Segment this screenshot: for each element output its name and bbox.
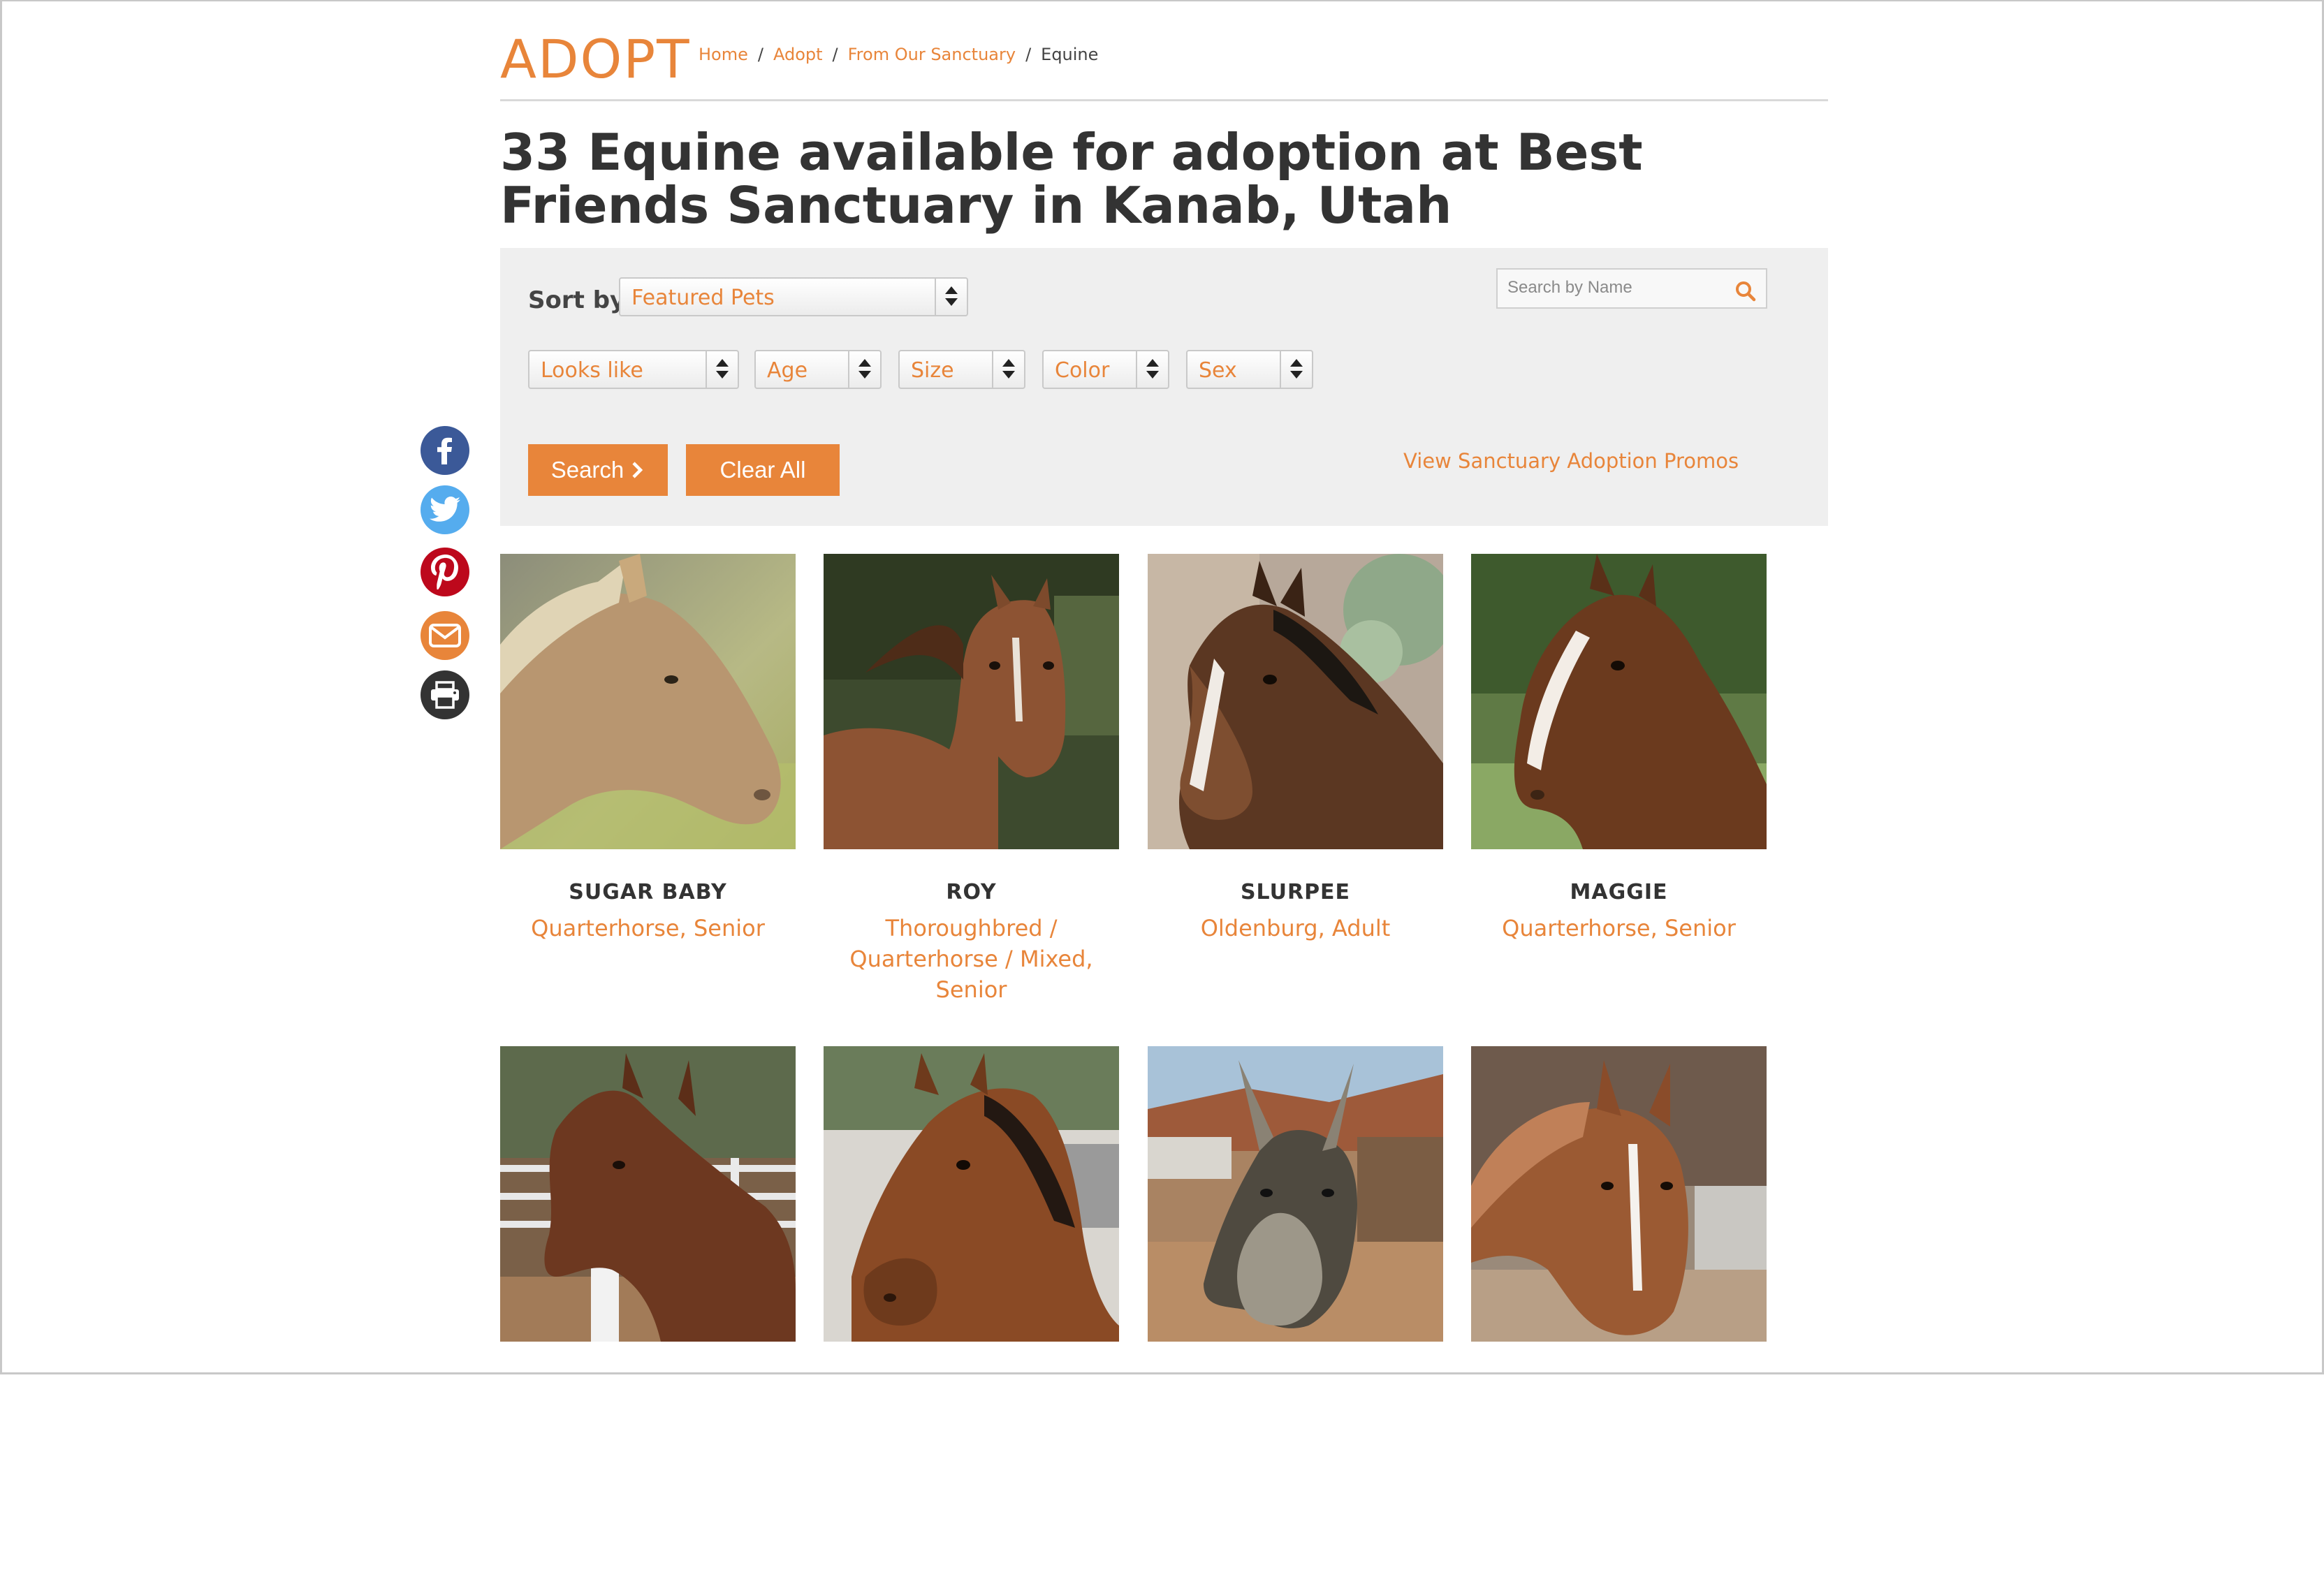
pet-photo[interactable] (1148, 1046, 1443, 1342)
breadcrumb-from-our-sanctuary[interactable]: From Our Sanctuary (848, 45, 1016, 64)
section-title: ADOPT (500, 28, 691, 90)
page-title: 33 Equine available for adoption at Best… (500, 123, 1643, 235)
twitter-share-button[interactable] (421, 485, 469, 534)
sort-select[interactable]: Featured Pets (619, 277, 968, 316)
select-arrows-icon (706, 351, 738, 388)
size-select[interactable]: Size (898, 350, 1025, 389)
sex-select-value: Sex (1199, 358, 1237, 383)
filter-panel: Sort by Featured Pets Looks like Age Siz… (500, 248, 1828, 526)
search-icon[interactable] (1735, 281, 1756, 302)
color-select-value: Color (1055, 358, 1110, 383)
email-share-button[interactable] (421, 611, 469, 660)
pet-description: Quarterhorse, Senior (1502, 915, 1736, 941)
name-search-input[interactable] (1507, 278, 1731, 298)
facebook-share-button[interactable] (421, 426, 469, 475)
select-arrows-icon (935, 279, 967, 315)
pet-card[interactable] (1148, 1046, 1443, 1372)
select-arrows-icon (992, 351, 1024, 388)
breadcrumb-separator: / (832, 45, 838, 64)
looks-like-select[interactable]: Looks like (528, 350, 739, 389)
pet-card[interactable]: SLURPEE Oldenburg, Adult (1148, 554, 1443, 944)
pet-photo[interactable] (824, 554, 1119, 849)
email-icon (429, 624, 461, 647)
pet-card[interactable] (1471, 1046, 1767, 1372)
pet-photo[interactable] (1148, 554, 1443, 849)
looks-like-select-value: Looks like (541, 358, 643, 383)
select-arrows-icon (1136, 351, 1168, 388)
print-button[interactable] (421, 670, 469, 719)
sort-select-value: Featured Pets (631, 286, 775, 310)
breadcrumb-adopt[interactable]: Adopt (773, 45, 823, 64)
pet-name[interactable]: SLURPEE (1148, 880, 1443, 904)
pet-photo[interactable] (1471, 1046, 1767, 1342)
pet-description: Quarterhorse, Senior (531, 915, 765, 941)
pet-photo[interactable] (1471, 554, 1767, 849)
pet-card[interactable]: SUGAR BABY Quarterhorse, Senior (500, 554, 796, 944)
breadcrumb-separator: / (1025, 45, 1032, 64)
twitter-icon (430, 497, 460, 522)
pet-card[interactable] (500, 1046, 796, 1372)
select-arrows-icon (1280, 351, 1312, 388)
breadcrumb-separator: / (757, 45, 763, 64)
pet-card[interactable] (824, 1046, 1119, 1372)
pet-description: Thoroughbred / Quarterhorse / Mixed, Sen… (849, 915, 1093, 1003)
size-select-value: Size (911, 358, 954, 383)
pet-photo[interactable] (500, 1046, 796, 1342)
chevron-right-icon (632, 462, 643, 478)
sex-select[interactable]: Sex (1186, 350, 1313, 389)
select-arrows-icon (848, 351, 880, 388)
pet-photo[interactable] (500, 554, 796, 849)
page-frame: ADOPT Home / Adopt / From Our Sanctuary … (0, 0, 2324, 1374)
view-sanctuary-promos-link[interactable]: View Sanctuary Adoption Promos (1403, 449, 1739, 473)
search-button-label: Search (550, 457, 624, 483)
pinterest-share-button[interactable] (421, 548, 469, 596)
page-header: ADOPT Home / Adopt / From Our Sanctuary … (500, 22, 1828, 101)
search-button[interactable]: Search (528, 444, 668, 496)
breadcrumb-home[interactable]: Home (699, 45, 748, 64)
name-search (1496, 268, 1767, 309)
age-select[interactable]: Age (754, 350, 882, 389)
pinterest-icon (431, 555, 458, 589)
color-select[interactable]: Color (1042, 350, 1169, 389)
pet-card[interactable]: ROY Thoroughbred / Quarterhorse / Mixed,… (824, 554, 1119, 1005)
pet-name[interactable]: SUGAR BABY (500, 880, 796, 904)
print-icon (431, 681, 459, 709)
age-select-value: Age (767, 358, 808, 383)
breadcrumb-equine: Equine (1041, 45, 1099, 64)
pet-description: Oldenburg, Adult (1200, 915, 1391, 941)
pet-photo[interactable] (824, 1046, 1119, 1342)
pet-name[interactable]: ROY (824, 880, 1119, 904)
sort-label: Sort by (528, 286, 626, 314)
pet-card[interactable]: MAGGIE Quarterhorse, Senior (1471, 554, 1767, 944)
breadcrumb: Home / Adopt / From Our Sanctuary / Equi… (699, 45, 1098, 64)
facebook-icon (437, 437, 452, 464)
pet-name[interactable]: MAGGIE (1471, 880, 1767, 904)
clear-all-button[interactable]: Clear All (686, 444, 840, 496)
